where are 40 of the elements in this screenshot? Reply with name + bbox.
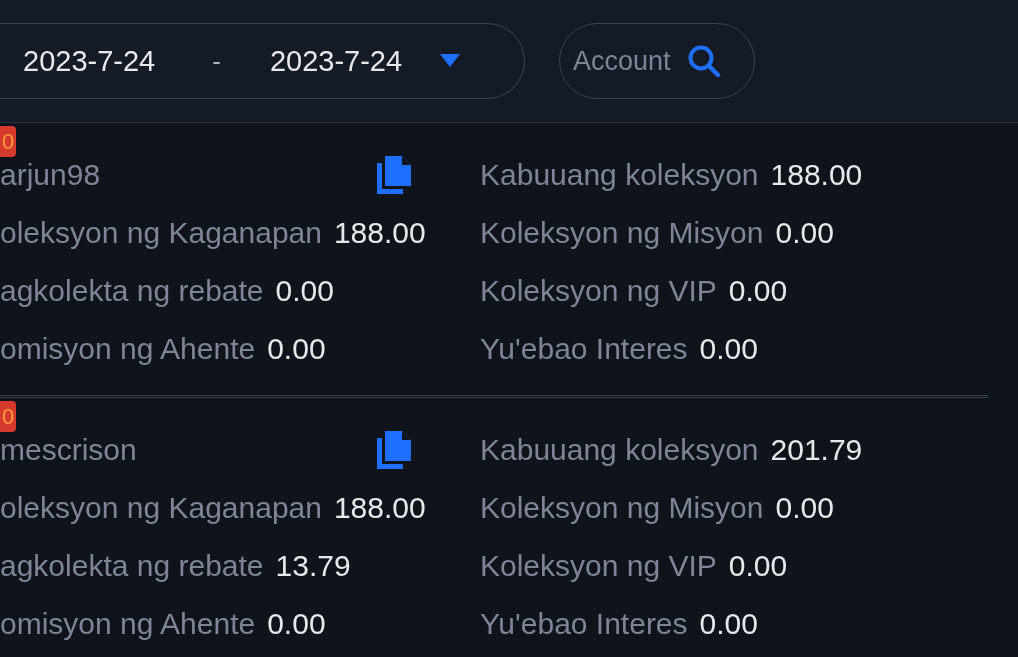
badge: 0 [0,126,16,157]
stat-label: Kabuuang koleksyon [480,433,759,467]
stat-value: 0.00 [728,274,788,308]
search-field[interactable]: Account [559,23,755,99]
stat-label: agkolekta ng rebate [0,274,264,308]
stat-label: omisyon ng Ahente [0,332,256,366]
stat-value: 0.00 [275,274,334,308]
search-icon[interactable] [687,44,721,78]
copy-icon[interactable] [375,430,413,470]
stat-label: Yu'ebao Interes [480,332,688,366]
stat-label: Koleksyon ng VIP [480,274,717,308]
start-date: 2023-7-24 [23,44,156,78]
stat-value: 188.00 [333,216,426,250]
stat-label: Koleksyon ng VIP [480,549,717,583]
stat-value: 188.00 [770,158,863,192]
stat-label: omisyon ng Ahente [0,607,256,641]
stat-label: Yu'ebao Interes [480,607,688,641]
stat-label: Kabuuang koleksyon [480,158,759,192]
date-separator: - [212,45,221,77]
copy-icon[interactable] [375,155,413,195]
stat-label: Koleksyon ng Misyon [480,491,764,525]
username: mescrison [0,433,137,467]
caret-icon [440,54,461,68]
stat-value: 0.00 [699,607,758,641]
username: arjun98 [0,158,101,192]
stat-value: 13.79 [275,549,351,583]
stat-value: 188.00 [333,491,426,525]
stat-label: agkolekta ng rebate [0,549,264,583]
stat-label: oleksyon ng Kaganapan [0,491,322,525]
end-date: 2023-7-24 [269,44,403,78]
stat-value: 0.00 [699,332,758,366]
stat-value: 0.00 [728,549,788,583]
stat-value: 0.00 [775,216,834,250]
stat-value: 201.79 [770,433,863,467]
stat-label: oleksyon ng Kaganapan [0,216,322,250]
stat-label: Koleksyon ng Misyon [480,216,764,250]
stat-value: 0.00 [267,607,326,641]
stat-value: 0.00 [775,491,834,525]
stat-value: 0.00 [267,332,326,366]
badge: 0 [0,401,16,432]
